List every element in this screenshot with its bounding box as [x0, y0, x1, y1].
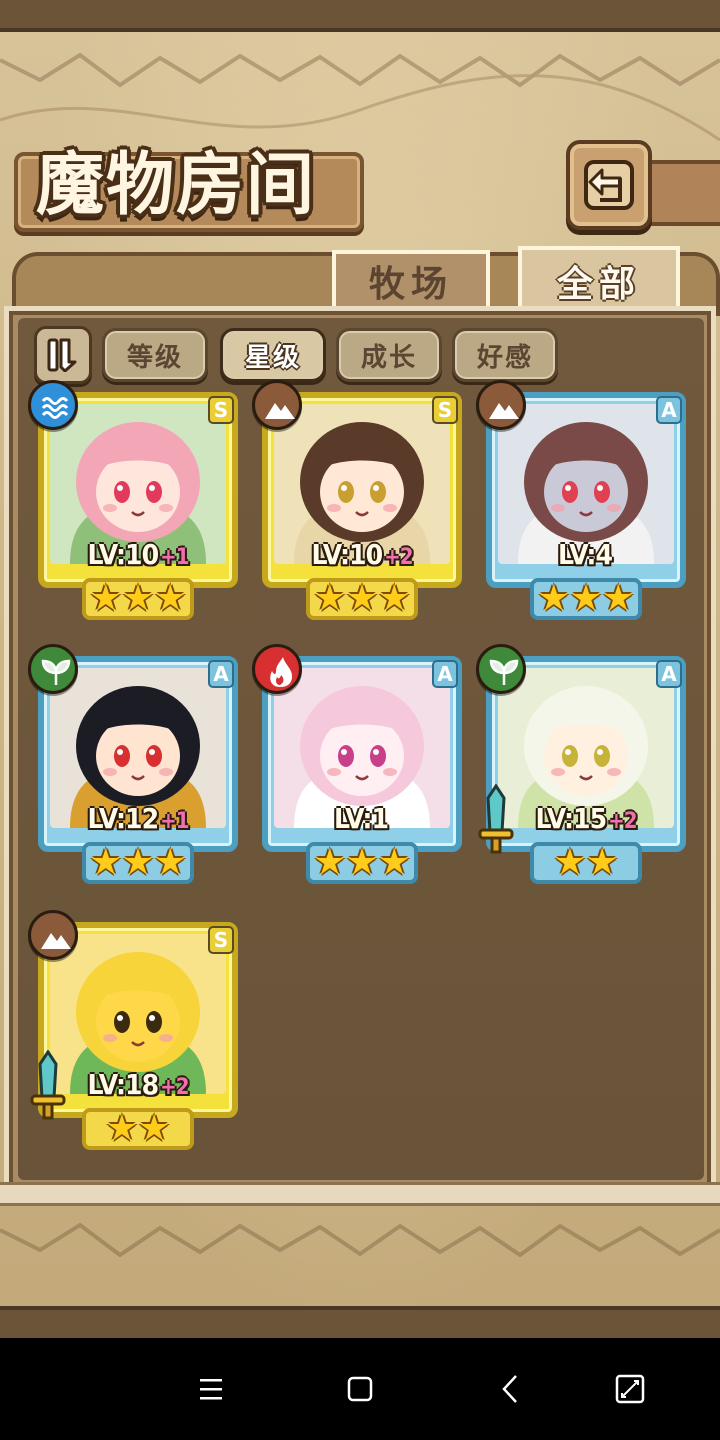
water-element-icon	[28, 380, 78, 430]
game-screen: 魔物房间 牧场 全部 等级 星级 成长 好感 S LV:10+1 ★ ★ ★ S…	[0, 0, 720, 1338]
level-value: LV:10	[311, 538, 384, 571]
star-icon: ★	[537, 578, 570, 619]
star-icon: ★	[378, 578, 411, 619]
star-rating: ★ ★ ★	[486, 578, 686, 620]
filter-level[interactable]: 等级	[102, 328, 208, 382]
monster-card[interactable]: A LV:1 ★ ★ ★	[252, 644, 462, 886]
star-icon: ★	[138, 1108, 171, 1149]
level-plus: +2	[384, 545, 413, 570]
star-icon: ★	[121, 578, 155, 619]
star-icon: ★	[105, 1108, 138, 1149]
star-icon: ★	[553, 842, 586, 883]
sword-icon	[30, 1050, 66, 1120]
home-square-icon[interactable]	[337, 1366, 383, 1412]
star-icon: ★	[345, 578, 379, 619]
level-plus: +2	[608, 809, 637, 834]
star-rating: ★ ★ ★	[38, 842, 238, 884]
star-icon: ★	[154, 578, 187, 619]
fire-element-icon	[252, 644, 302, 694]
menu-icon[interactable]	[188, 1366, 234, 1412]
monster-level: LV:4	[486, 538, 686, 571]
rank-badge: S	[208, 396, 234, 424]
level-value: LV:12	[87, 802, 160, 835]
rank-badge: A	[208, 660, 234, 688]
level-plus: +1	[160, 545, 189, 570]
level-value: LV:18	[87, 1068, 160, 1101]
rank-badge: A	[432, 660, 458, 688]
sort-order-toggle[interactable]	[34, 326, 92, 384]
monster-level: LV:10+1	[38, 538, 238, 571]
page-title: 魔物房间	[36, 145, 317, 225]
back-arrow-icon	[584, 160, 634, 210]
wood-element-icon	[476, 644, 526, 694]
filter-affection[interactable]: 好感	[452, 328, 558, 382]
monster-level: LV:1	[262, 802, 462, 835]
monster-card[interactable]: A LV:12+1 ★ ★ ★	[28, 644, 238, 886]
star-rating: ★ ★	[486, 842, 686, 884]
star-icon: ★	[602, 578, 635, 619]
earth-element-icon	[252, 380, 302, 430]
top-border	[0, 0, 720, 32]
level-value: LV:4	[557, 538, 613, 571]
monster-card[interactable]: A LV:4 ★ ★ ★	[476, 380, 686, 622]
filter-stars[interactable]: 星级	[220, 328, 326, 382]
star-rating: ★ ★	[38, 1108, 238, 1150]
level-value: LV:10	[87, 538, 160, 571]
star-icon: ★	[121, 842, 155, 883]
back-button-plate	[640, 160, 720, 226]
filter-growth[interactable]: 成长	[336, 328, 442, 382]
wood-element-icon	[28, 644, 78, 694]
earth-element-icon	[28, 910, 78, 960]
sword-icon	[478, 784, 514, 854]
bottom-border	[0, 1306, 720, 1338]
rank-badge: S	[208, 926, 234, 954]
rank-badge: A	[656, 660, 682, 688]
rank-badge: A	[656, 396, 682, 424]
star-icon: ★	[378, 842, 411, 883]
tab-ranch[interactable]: 牧场	[332, 250, 490, 312]
star-icon: ★	[89, 842, 122, 883]
star-rating: ★ ★ ★	[38, 578, 238, 620]
back-chevron-icon[interactable]	[488, 1366, 534, 1412]
monster-card[interactable]: S LV:10+2 ★ ★ ★	[252, 380, 462, 622]
star-icon: ★	[313, 842, 346, 883]
monster-card[interactable]: A LV:15+2 ★ ★	[476, 644, 686, 886]
system-nav-bar	[0, 1338, 720, 1440]
rank-badge: S	[432, 396, 458, 424]
star-rating: ★ ★ ★	[262, 842, 462, 884]
star-icon: ★	[586, 842, 619, 883]
monster-level: LV:10+2	[262, 538, 462, 571]
star-icon: ★	[345, 842, 379, 883]
earth-element-icon	[476, 380, 526, 430]
sort-order-icon	[47, 338, 77, 372]
level-value: LV:1	[333, 802, 389, 835]
star-rating: ★ ★ ★	[262, 578, 462, 620]
star-icon: ★	[154, 842, 187, 883]
level-value: LV:15	[535, 802, 608, 835]
monster-level: LV:18+2	[38, 1068, 238, 1101]
level-plus: +2	[160, 1075, 189, 1100]
star-icon: ★	[313, 578, 346, 619]
star-icon: ★	[569, 578, 603, 619]
level-plus: +1	[160, 809, 189, 834]
panel-rail	[0, 1182, 720, 1206]
monster-level: LV:12+1	[38, 802, 238, 835]
back-button[interactable]	[566, 140, 652, 230]
monster-card[interactable]: S LV:18+2 ★ ★	[28, 910, 238, 1152]
monster-level: LV:15+2	[486, 802, 686, 835]
star-icon: ★	[89, 578, 122, 619]
screen-rotate-icon[interactable]	[607, 1366, 653, 1412]
monster-card[interactable]: S LV:10+1 ★ ★ ★	[28, 380, 238, 622]
